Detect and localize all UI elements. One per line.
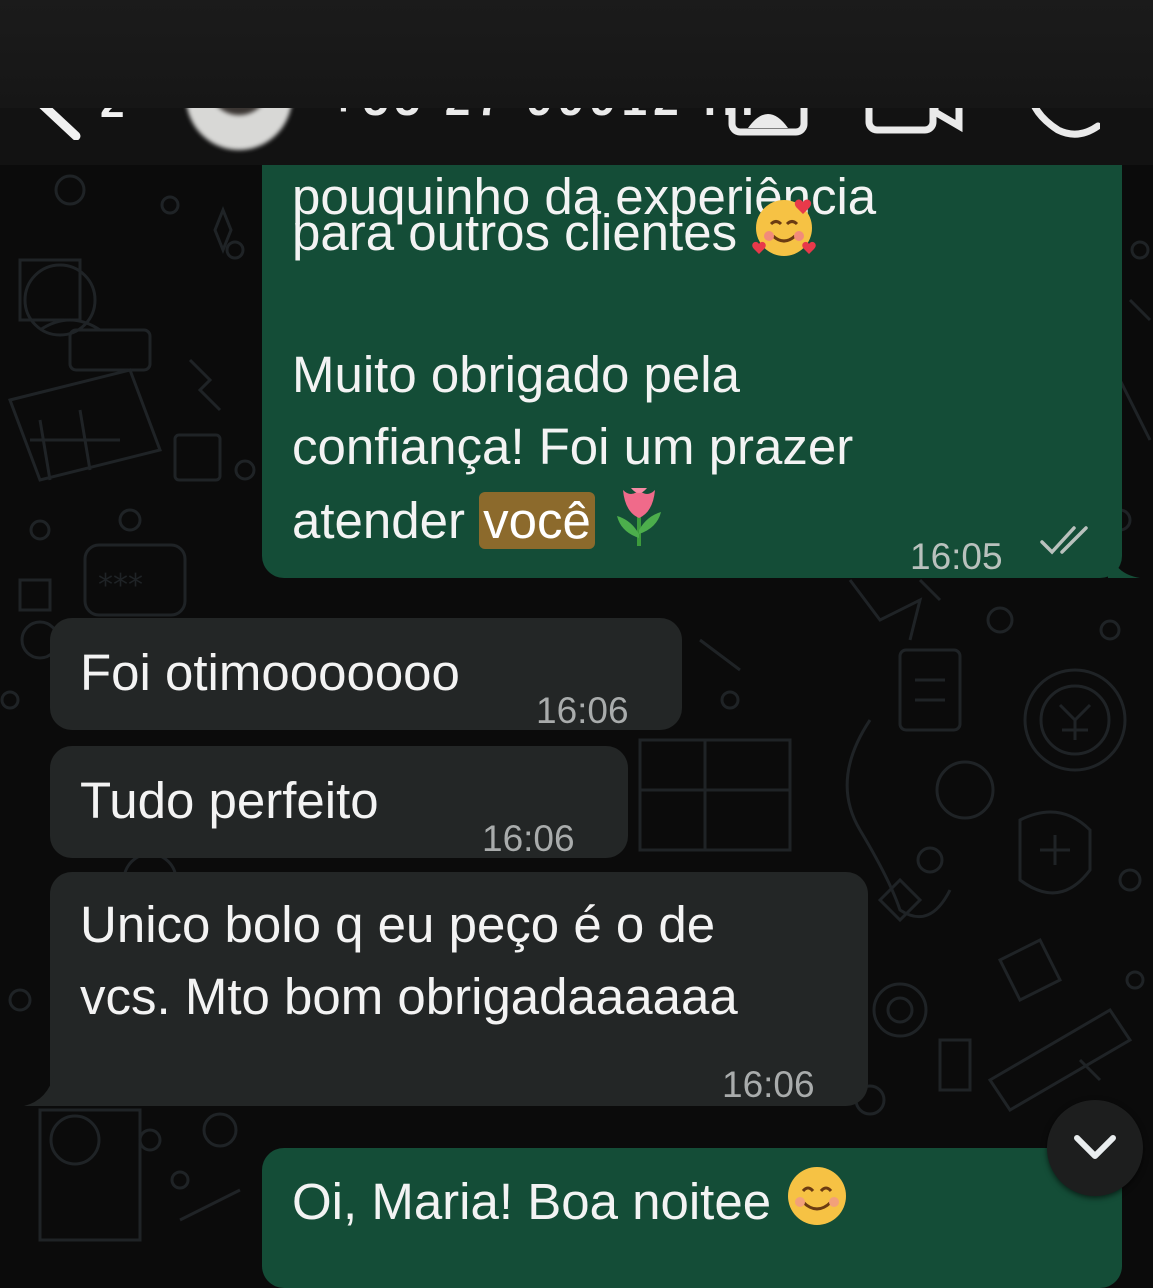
scroll-to-bottom-button[interactable] bbox=[1047, 1100, 1143, 1196]
message-timestamp: 16:06 bbox=[482, 818, 575, 859]
message-text: Foi otimooooooo bbox=[80, 644, 460, 701]
message-text: Tudo perfeito bbox=[80, 772, 379, 829]
message-text-line: atender você bbox=[292, 482, 669, 567]
message-timestamp: 16:06 bbox=[536, 690, 629, 731]
message-timestamp: 16:06 bbox=[722, 1064, 815, 1105]
tulip-icon bbox=[609, 482, 669, 567]
chevron-down-icon bbox=[1074, 1135, 1116, 1159]
svg-text:***: *** bbox=[98, 568, 143, 603]
status-bar-blur bbox=[0, 0, 1153, 108]
bubble-tail bbox=[1108, 548, 1140, 578]
message-text-line: Muito obrigado pela bbox=[292, 346, 740, 403]
bubble-tail bbox=[24, 1074, 54, 1106]
message-outgoing[interactable]: Oi, Maria! Boa noitee bbox=[262, 1148, 1122, 1288]
message-incoming[interactable]: Tudo perfeito 16:06 bbox=[50, 746, 628, 859]
message-incoming[interactable]: Unico bolo q eu peço é o de vcs. Mto bom… bbox=[50, 872, 868, 1106]
message-text-line: Unico bolo q eu peço é o de bbox=[80, 896, 716, 953]
message-text-line: Oi, Maria! Boa noitee bbox=[292, 1164, 849, 1247]
message-outgoing[interactable]: pouquinho da experiência para outros cli… bbox=[262, 120, 1122, 578]
message-text-line: para outros clientes bbox=[292, 194, 817, 279]
message-text-line: confiança! Foi um prazer bbox=[292, 418, 854, 475]
message-incoming[interactable]: Foi otimooooooo 16:06 bbox=[50, 618, 682, 731]
smiling-face-icon bbox=[785, 1164, 849, 1247]
message-text-line: vcs. Mto bom obrigadaaaaaa bbox=[80, 968, 738, 1025]
message-timestamp: 16:05 bbox=[910, 536, 1003, 577]
double-check-read-icon bbox=[1040, 526, 1088, 555]
smiling-face-with-hearts-icon bbox=[751, 194, 817, 279]
search-highlight: você bbox=[479, 491, 595, 549]
